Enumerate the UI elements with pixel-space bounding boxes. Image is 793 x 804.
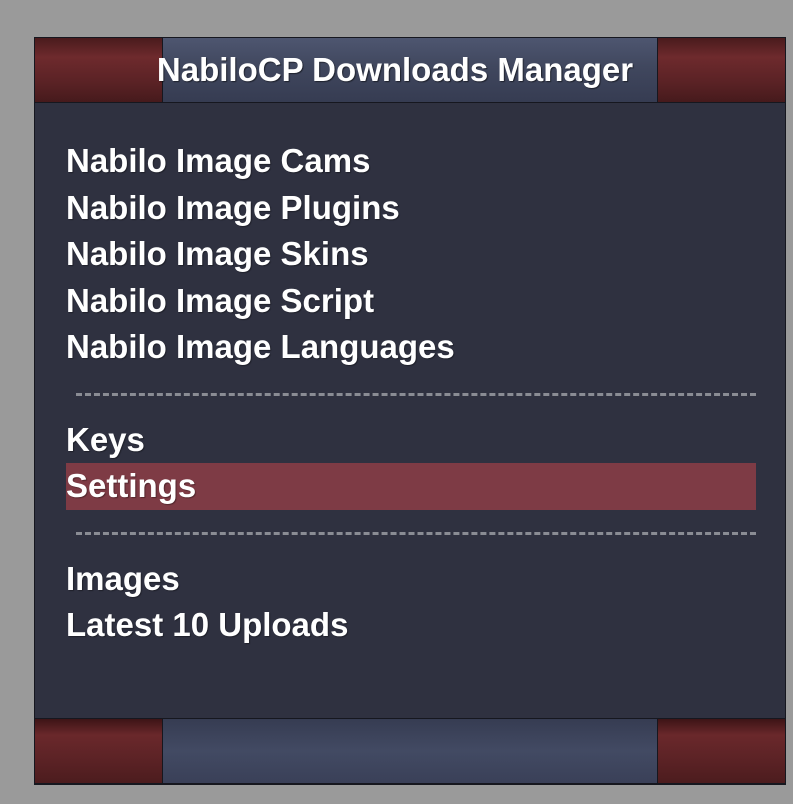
menu-item-image-script[interactable]: Nabilo Image Script: [66, 278, 756, 325]
menu-item-image-plugins[interactable]: Nabilo Image Plugins: [66, 185, 756, 232]
menu-item-images[interactable]: Images: [66, 556, 756, 603]
footer-bar: [34, 718, 786, 784]
page-title: NabiloCP Downloads Manager: [156, 51, 634, 88]
menu-item-image-languages[interactable]: Nabilo Image Languages: [66, 324, 756, 371]
menu-divider: [66, 371, 756, 417]
menu-item-keys[interactable]: Keys: [66, 417, 756, 464]
menu-item-settings[interactable]: Settings: [66, 463, 756, 510]
footer-right-accent: [657, 719, 785, 783]
footer-left-accent: [35, 719, 163, 783]
menu-item-image-skins[interactable]: Nabilo Image Skins: [66, 231, 756, 278]
footer-center: [163, 719, 657, 783]
menu-item-latest-uploads[interactable]: Latest 10 Uploads: [66, 602, 756, 649]
menu-item-image-cams[interactable]: Nabilo Image Cams: [66, 138, 756, 185]
navigation-menu: Nabilo Image Cams Nabilo Image Plugins N…: [66, 138, 756, 649]
menu-divider: [66, 510, 756, 556]
